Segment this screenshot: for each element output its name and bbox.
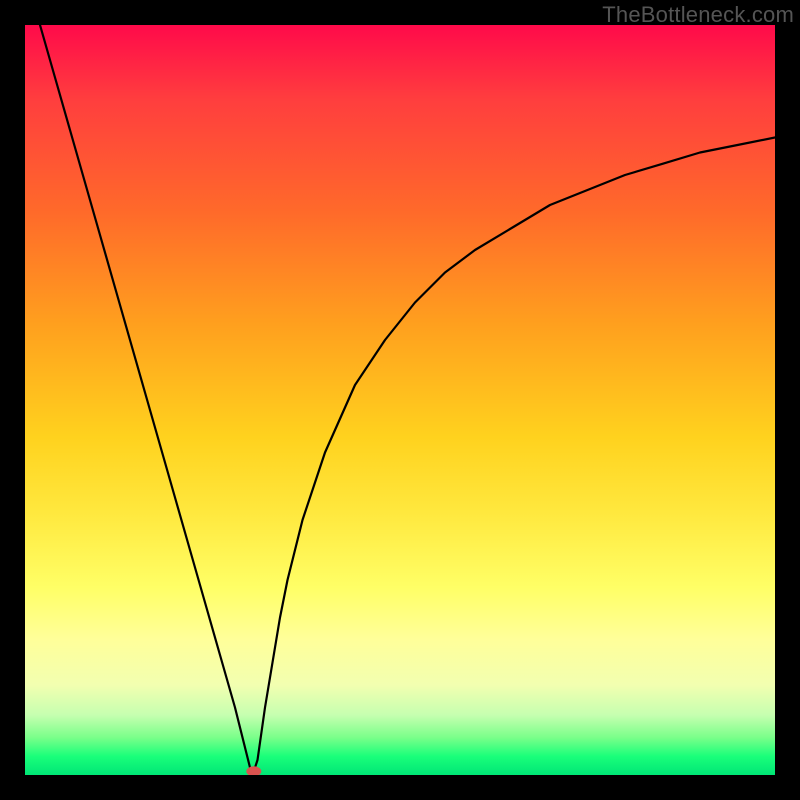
curve-svg [25, 25, 775, 775]
chart-frame: TheBottleneck.com [0, 0, 800, 800]
plot-area [25, 25, 775, 775]
minimum-marker [247, 767, 261, 775]
curve-left-branch [40, 25, 254, 771]
curve-right-branch [254, 138, 775, 772]
